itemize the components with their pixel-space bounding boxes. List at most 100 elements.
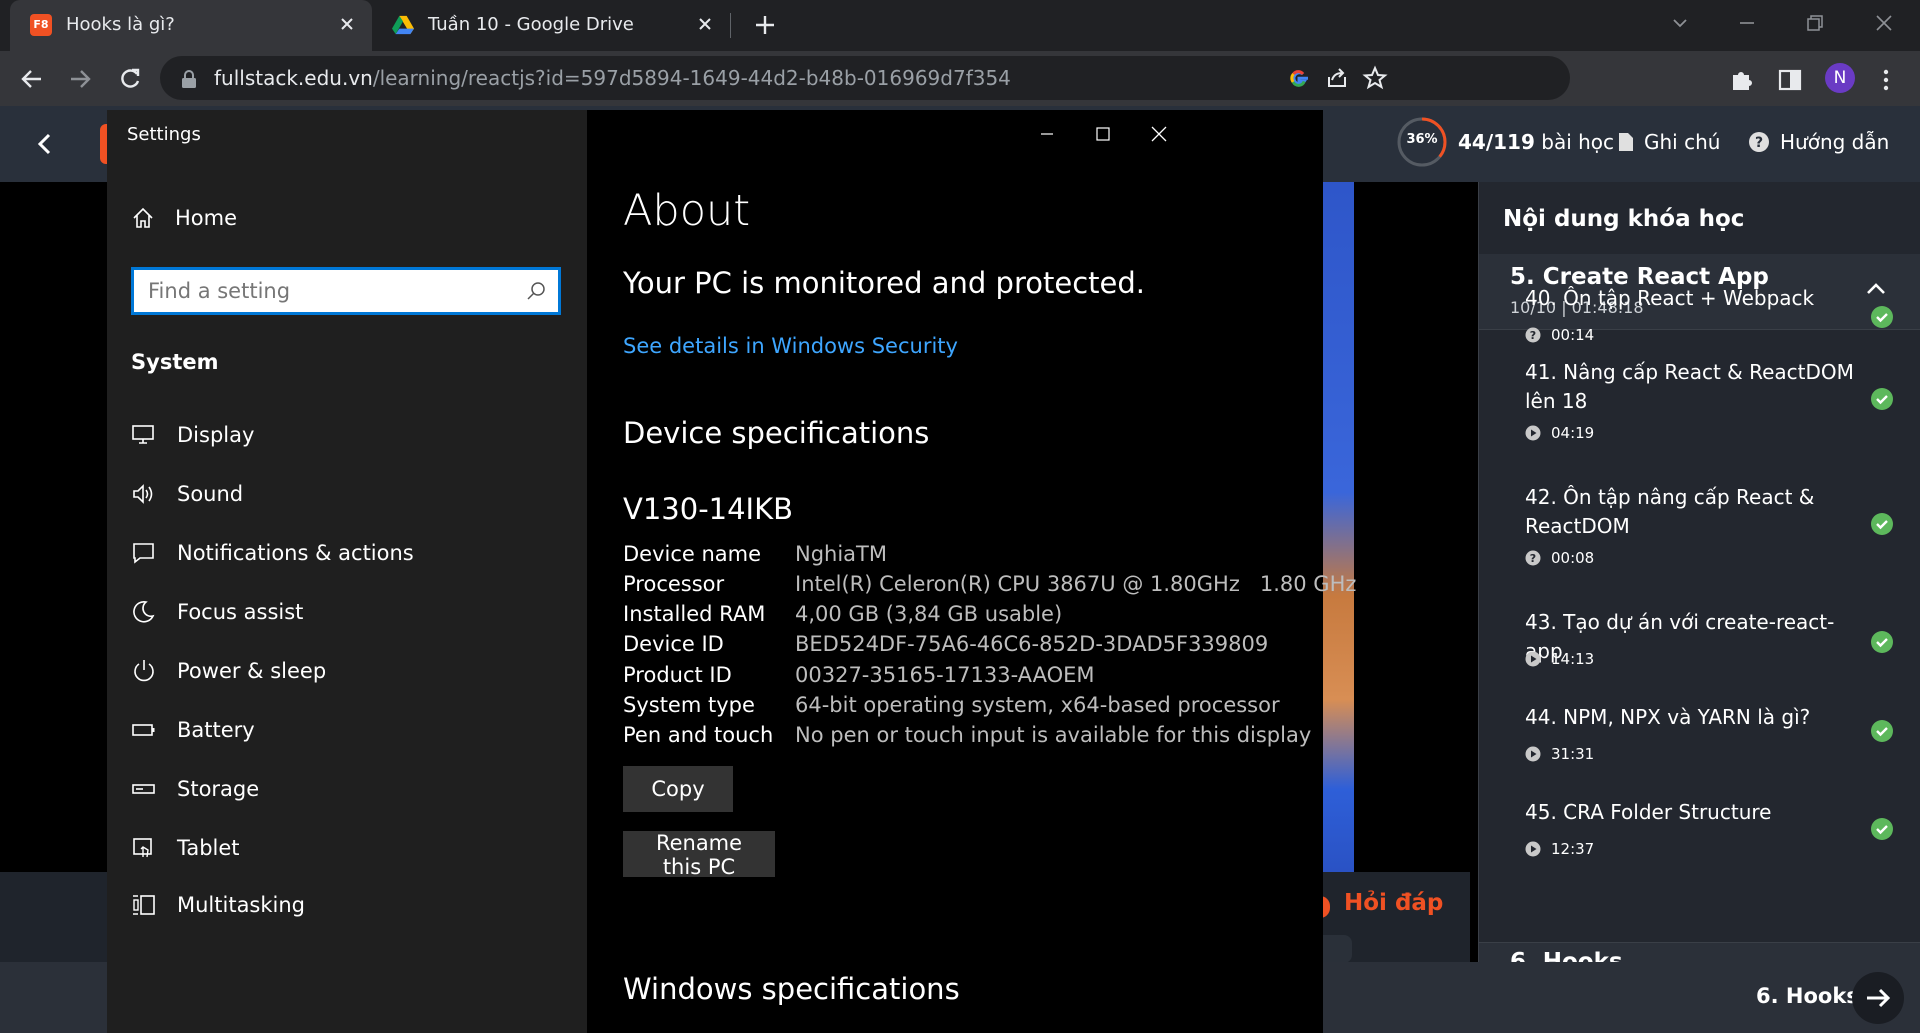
home-nav-item[interactable]: Home: [131, 206, 237, 230]
google-icon[interactable]: [1286, 65, 1312, 91]
back-icon[interactable]: [18, 65, 46, 93]
back-to-course-icon[interactable]: [32, 130, 58, 158]
list-item[interactable]: 40. Ôn tập React + Webpack ? 00:14: [1479, 284, 1920, 354]
close-tab-icon[interactable]: [336, 13, 358, 35]
nav-item-battery[interactable]: Battery: [131, 717, 255, 743]
tab-search-icon[interactable]: [1665, 8, 1695, 38]
qa-button[interactable]: Hỏi đáp: [1344, 890, 1443, 916]
minimize-icon[interactable]: [1035, 122, 1059, 146]
nav-item-label: Storage: [177, 777, 260, 801]
play-icon: [1525, 651, 1541, 667]
search-icon[interactable]: [526, 281, 546, 301]
list-item[interactable]: 45. CRA Folder Structure 12:37: [1479, 798, 1920, 874]
nav-item-display[interactable]: Display: [131, 422, 254, 448]
lesson-duration: 00:08: [1551, 549, 1595, 567]
device-model: V130-14IKB: [623, 492, 794, 526]
nav-item-label: Notifications & actions: [177, 541, 414, 565]
focus-assist-icon: [133, 600, 155, 623]
nav-item-focus-assist[interactable]: Focus assist: [131, 599, 303, 625]
settings-app-title: Settings: [127, 124, 201, 145]
lesson-time: 04:19: [1525, 424, 1594, 442]
nav-item-label: Power & sleep: [177, 659, 327, 683]
notes-button[interactable]: Ghi chú: [1618, 130, 1720, 154]
tab-hooks[interactable]: F8 Hooks là gì?: [10, 0, 372, 51]
tab-title: Tuần 10 - Google Drive: [428, 14, 634, 35]
check-icon: [1871, 720, 1893, 742]
play-icon: [1525, 841, 1541, 857]
question-icon: ?: [1525, 327, 1541, 343]
nav-item-multitasking[interactable]: Multitasking: [131, 892, 305, 918]
notifications-icon: [133, 543, 154, 564]
nav-item-power-sleep[interactable]: Power & sleep: [131, 658, 326, 684]
lesson-duration: 14:13: [1551, 650, 1595, 668]
copy-button[interactable]: Copy: [623, 766, 733, 812]
nav-item-tablet[interactable]: Tablet: [131, 835, 240, 861]
forward-icon[interactable]: [66, 65, 94, 93]
list-item[interactable]: 41. Nâng cấp React & ReactDOM lên 18 04:…: [1479, 358, 1920, 458]
spec-value: 00327-35165-17133-AAOEM: [795, 663, 1095, 687]
browser-toolbar: fullstack.edu.vn/learning/reactjs?id=597…: [0, 51, 1920, 106]
f8-favicon: F8: [30, 14, 52, 36]
list-item[interactable]: 44. NPM, NPX và YARN là gì? 31:31: [1479, 703, 1920, 779]
lesson-time: ? 00:14: [1525, 326, 1594, 344]
reload-icon[interactable]: [116, 65, 144, 93]
lesson-time: ? 00:08: [1525, 549, 1594, 567]
new-tab-icon[interactable]: [752, 12, 778, 38]
side-panel-icon[interactable]: [1776, 66, 1804, 94]
share-icon[interactable]: [1324, 65, 1350, 91]
next-section-header[interactable]: 6. Hooks: [1479, 942, 1920, 962]
search-input[interactable]: [148, 276, 518, 306]
extensions-icon[interactable]: [1728, 66, 1756, 94]
nav-item-label: Focus assist: [177, 600, 304, 624]
list-item[interactable]: 42. Ôn tập nâng cấp React & ReactDOM ? 0…: [1479, 483, 1920, 583]
storage-icon: [132, 784, 155, 794]
qa-panel-edge: [1318, 935, 1352, 963]
guide-button[interactable]: ? Hướng dẫn: [1748, 130, 1889, 154]
windows-specifications-heading: Windows specifications: [623, 972, 960, 1006]
spec-label: Processor: [623, 572, 725, 596]
spec-label: Device name: [623, 542, 762, 566]
spec-value: No pen or touch input is available for t…: [795, 723, 1312, 747]
close-tab-icon[interactable]: [694, 13, 716, 35]
device-specifications-heading: Device specifications: [623, 416, 930, 450]
browser-menu-icon[interactable]: [1872, 66, 1900, 94]
rename-pc-button[interactable]: Rename this PC: [623, 831, 775, 879]
close-window-icon[interactable]: [1869, 8, 1899, 38]
note-icon: [1619, 133, 1633, 151]
windows-security-link[interactable]: See details in Windows Security: [623, 334, 958, 358]
page-title: About: [623, 186, 751, 236]
lesson-duration: 04:19: [1551, 424, 1595, 442]
bookmark-star-icon[interactable]: [1362, 65, 1388, 91]
spec-value: 64-bit operating system, x64-based proce…: [795, 693, 1280, 717]
check-icon: [1871, 818, 1893, 840]
settings-window: Settings Home System Display Sound Notif…: [107, 110, 1356, 1033]
display-icon: [132, 425, 154, 444]
maximize-icon[interactable]: [1091, 122, 1115, 146]
settings-search-box[interactable]: [131, 267, 561, 315]
nav-item-notifications[interactable]: Notifications & actions: [131, 540, 414, 566]
lesson-count: 44/119 bài học: [1458, 130, 1615, 154]
lesson-title: 44. NPM, NPX và YARN là gì?: [1525, 705, 1811, 729]
lock-icon[interactable]: [180, 69, 198, 89]
lesson-title: 45. CRA Folder Structure: [1525, 800, 1772, 824]
question-icon: ?: [1525, 550, 1541, 566]
next-lesson-button[interactable]: [1852, 972, 1904, 1024]
list-item[interactable]: 43. Tạo dự án với create-react-app 14:13: [1479, 608, 1920, 684]
spec-label: Pen and touch: [623, 723, 774, 747]
next-lesson-label[interactable]: 6. Hooks: [1756, 984, 1859, 1008]
profile-avatar[interactable]: N: [1825, 63, 1855, 93]
minimize-icon[interactable]: [1732, 8, 1762, 38]
play-icon: [1525, 425, 1541, 441]
tab-title: Hooks là gì?: [66, 14, 175, 35]
address-bar[interactable]: fullstack.edu.vn/learning/reactjs?id=597…: [160, 56, 1570, 100]
spec-label: Product ID: [623, 663, 732, 687]
sound-icon: [133, 484, 153, 504]
spec-label: Installed RAM: [623, 602, 766, 626]
restore-icon[interactable]: [1800, 8, 1830, 38]
url-text[interactable]: fullstack.edu.vn/learning/reactjs?id=597…: [214, 66, 1011, 90]
nav-item-storage[interactable]: Storage: [131, 776, 259, 802]
nav-item-sound[interactable]: Sound: [131, 481, 243, 507]
close-icon[interactable]: [1147, 122, 1171, 146]
nav-item-label: Tablet: [177, 836, 240, 860]
tab-google-drive[interactable]: Tuần 10 - Google Drive: [372, 0, 730, 51]
